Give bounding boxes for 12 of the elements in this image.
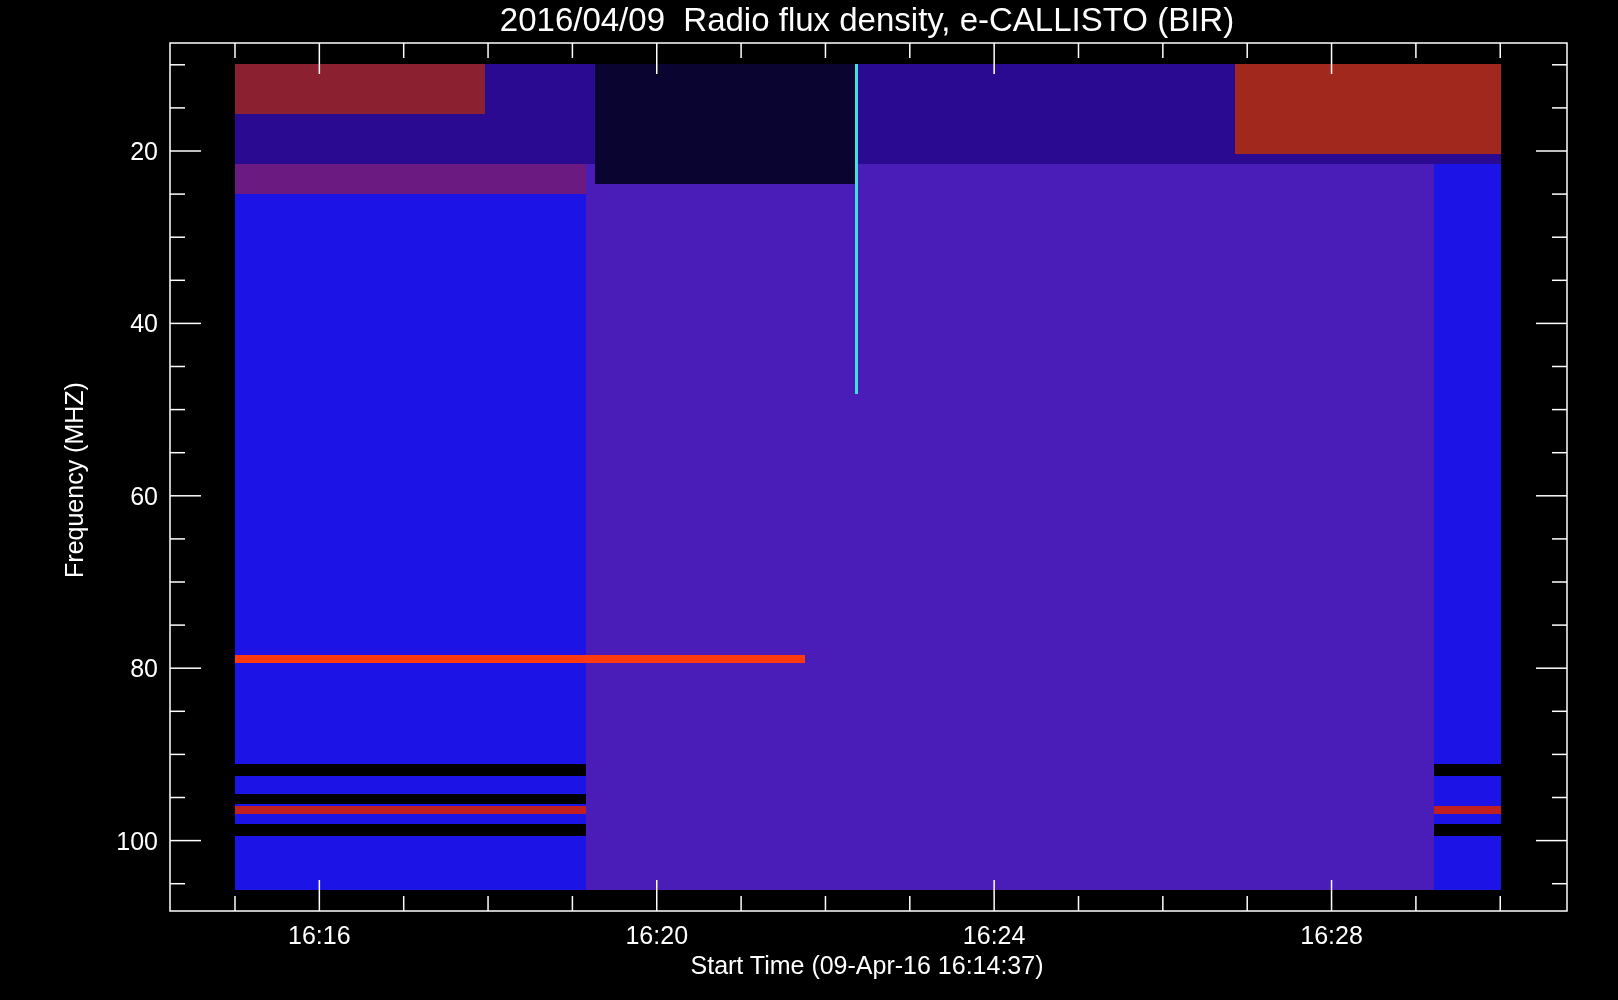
axis-label: Start Time (09-Apr-16 16:14:37) [690, 951, 1044, 979]
tick-label: 20 [130, 137, 158, 165]
axis-label: Frequency (MHZ) [60, 382, 88, 578]
tick-label: 60 [130, 481, 158, 510]
tick-label: 16:16 [288, 921, 351, 949]
tick-label: 16:20 [625, 921, 689, 949]
tick-label: 16:24 [962, 921, 1026, 949]
tick-label: 16:28 [1300, 921, 1363, 949]
chart-title: 2016/04/09 Radio flux density, e-CALLISTO (BIR) [499, 1, 1235, 38]
tick-label: 40 [130, 309, 158, 338]
tick-label: 100 [116, 826, 158, 855]
tick-label: 80 [130, 654, 158, 683]
